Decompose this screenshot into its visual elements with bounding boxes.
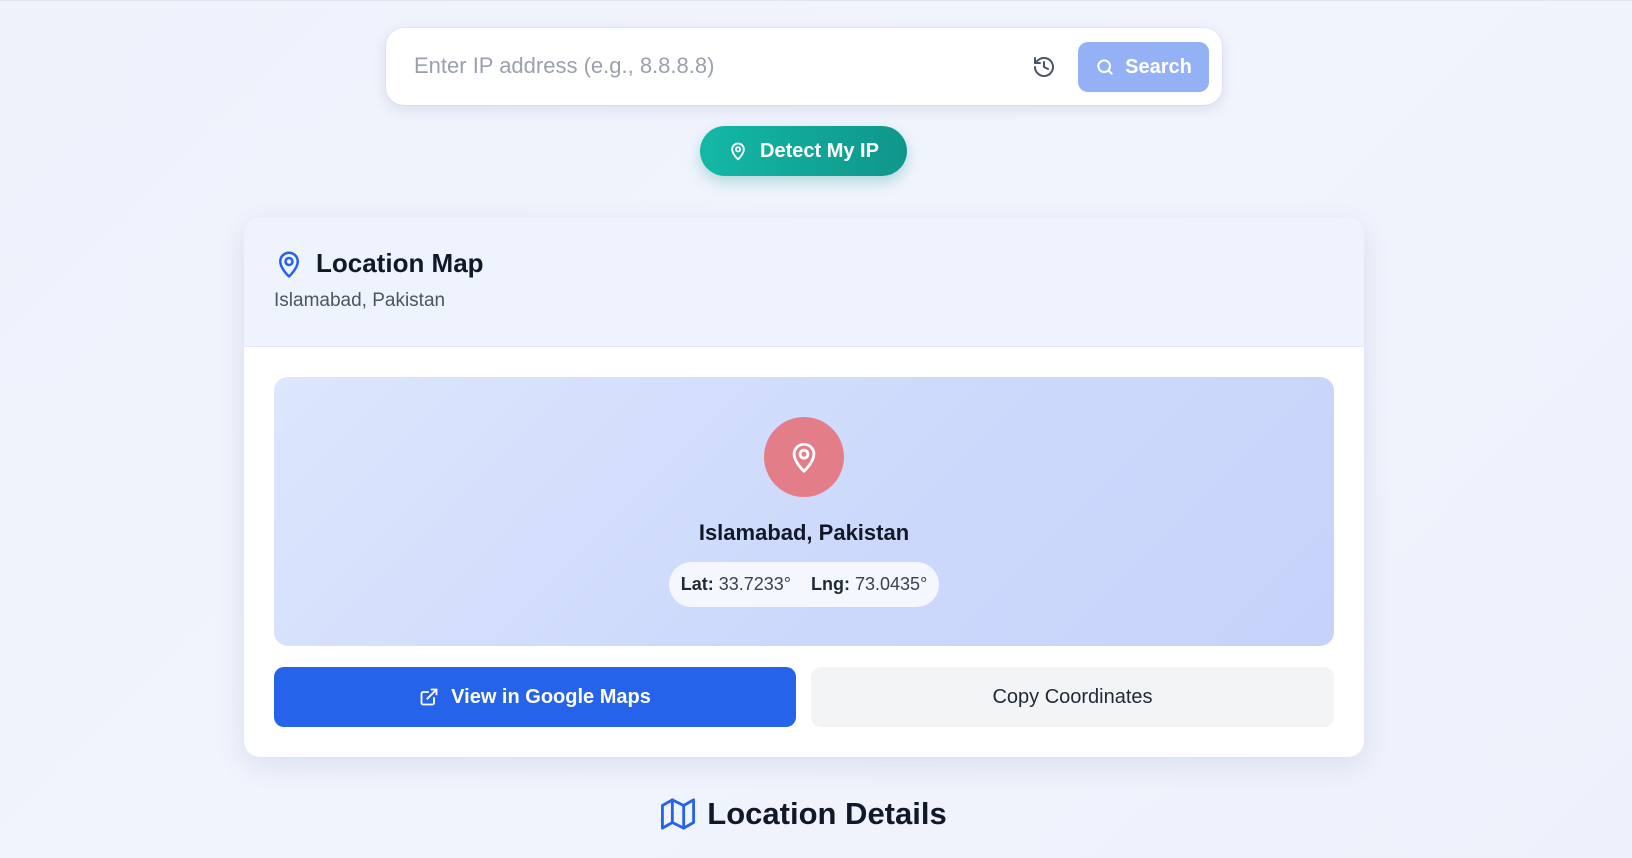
longitude: Lng: 73.0435° [811, 574, 927, 595]
map-marker [764, 417, 844, 497]
top-divider [0, 0, 1632, 1]
copy-coordinates-button[interactable]: Copy Coordinates [811, 667, 1334, 727]
ip-address-input[interactable] [414, 46, 974, 86]
search-bar: Search [386, 28, 1222, 105]
detect-my-ip-label: Detect My IP [760, 139, 879, 162]
map-city-name: Islamabad, Pakistan [698, 520, 910, 545]
latitude-value: 33.7233° [718, 574, 791, 594]
card-title-row: Location Map [274, 248, 484, 279]
map-pin-icon [731, 142, 745, 161]
map-placeholder: Islamabad, Pakistan Lat: 33.7233° Lng: 7… [274, 377, 1334, 646]
card-header: Location Map Islamabad, Pakistan [244, 218, 1364, 347]
search-icon [1097, 59, 1113, 75]
search-button[interactable]: Search [1078, 42, 1209, 92]
coordinates-pill: Lat: 33.7233° Lng: 73.0435° [669, 562, 939, 607]
view-in-google-maps-button[interactable]: View in Google Maps [274, 667, 796, 727]
latitude-label: Lat: [680, 574, 714, 594]
map-pin-icon [792, 442, 816, 473]
history-button[interactable] [1029, 52, 1059, 82]
card-subtitle: Islamabad, Pakistan [274, 290, 446, 311]
location-details-title: Location Details [707, 796, 947, 831]
location-details-heading: Location Details [0, 796, 1608, 832]
latitude: Lat: 33.7233° [681, 574, 791, 595]
copy-coordinates-label: Copy Coordinates [992, 685, 1153, 708]
search-button-label: Search [1125, 55, 1192, 78]
location-pin-icon [279, 251, 299, 278]
longitude-label: Lng: [811, 574, 850, 594]
longitude-value: 73.0435° [855, 574, 928, 594]
map-icon [661, 798, 696, 830]
view-in-google-maps-label: View in Google Maps [451, 685, 651, 708]
external-link-icon [420, 688, 438, 706]
detect-my-ip-button[interactable]: Detect My IP [700, 126, 907, 176]
card-title: Location Map [316, 248, 484, 278]
location-map-card: Location Map Islamabad, Pakistan Islamab… [244, 218, 1364, 757]
history-icon [1034, 57, 1054, 77]
